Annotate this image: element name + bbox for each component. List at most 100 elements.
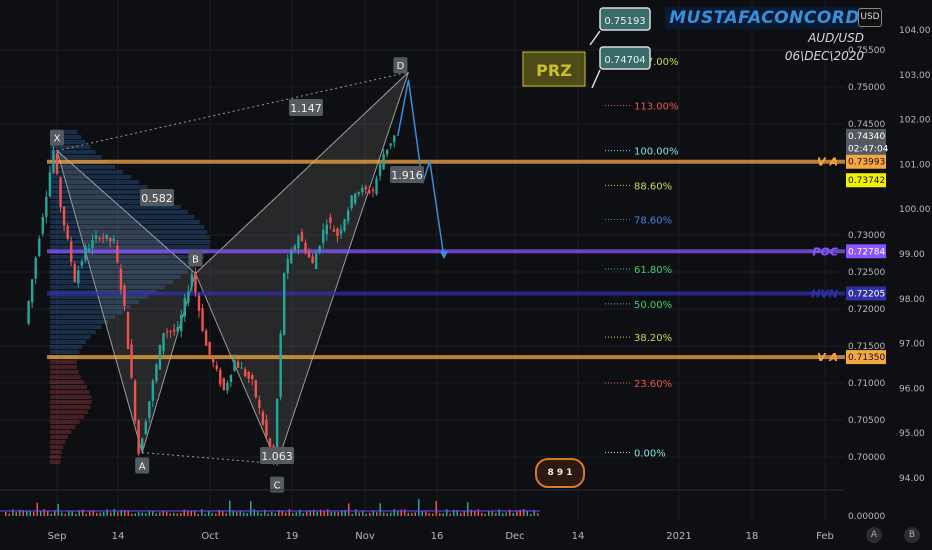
volume-profile-bar bbox=[50, 335, 91, 339]
volume-bar bbox=[414, 512, 416, 516]
auto-scale-button[interactable]: A bbox=[866, 527, 882, 543]
candle-body bbox=[243, 369, 247, 377]
volume-bar bbox=[145, 513, 147, 516]
volume-bar bbox=[246, 513, 248, 516]
time-axis-tick: 2021 bbox=[666, 531, 691, 542]
level-band bbox=[47, 291, 845, 296]
price-marker: 0.72784 bbox=[848, 247, 885, 257]
candle-body bbox=[393, 135, 396, 143]
candle-body bbox=[279, 333, 282, 397]
index-axis-tick: 99.00 bbox=[899, 250, 925, 260]
volume-bar bbox=[418, 499, 420, 516]
index-axis-tick: 96.00 bbox=[899, 384, 925, 394]
volume-profile-bar bbox=[50, 420, 80, 424]
price-axis-tick: 0.73000 bbox=[848, 231, 885, 241]
candle-body bbox=[336, 228, 339, 237]
candle-body bbox=[222, 378, 226, 390]
price-marker: 0.73742 bbox=[848, 176, 885, 186]
candle-body bbox=[123, 285, 126, 306]
candle-body bbox=[293, 245, 297, 251]
b-button[interactable]: B bbox=[904, 527, 920, 543]
candle-body bbox=[126, 311, 130, 349]
price-chart[interactable]: V APOCHVNV A127.00%113.00%100.00%88.60%7… bbox=[0, 0, 932, 550]
volume-bar bbox=[467, 502, 469, 516]
volume-bar bbox=[274, 513, 276, 516]
candle-body bbox=[343, 219, 346, 231]
candle-body bbox=[219, 369, 222, 385]
candle-body bbox=[261, 411, 265, 425]
volume-profile-bar bbox=[50, 375, 81, 379]
volume-bar bbox=[148, 511, 150, 516]
candle-body bbox=[144, 421, 147, 435]
candle-body bbox=[307, 252, 311, 258]
fib-label: 100.00% bbox=[634, 147, 679, 158]
events-badge[interactable]: 8 9 1 bbox=[535, 458, 585, 488]
volume-bar bbox=[106, 509, 108, 516]
volume-bar bbox=[481, 512, 483, 516]
volume-bar bbox=[260, 513, 262, 516]
volume-bar bbox=[173, 512, 175, 516]
volume-bar bbox=[358, 512, 360, 516]
currency-button[interactable]: USD bbox=[858, 8, 882, 27]
price-axis-tick: 0.72000 bbox=[848, 305, 885, 315]
index-axis-tick: 102.00 bbox=[899, 116, 931, 126]
candle-body bbox=[112, 239, 115, 241]
candle-body bbox=[91, 240, 94, 249]
candle-body bbox=[137, 420, 140, 454]
volume-bar bbox=[302, 513, 304, 516]
volume-bar bbox=[288, 509, 290, 516]
volume-bar bbox=[337, 511, 339, 516]
candle-body bbox=[155, 364, 158, 382]
candle-body bbox=[240, 367, 243, 369]
candle-body bbox=[389, 143, 392, 146]
volume-profile-bar bbox=[50, 430, 72, 434]
candle-body bbox=[283, 273, 286, 335]
candle-body bbox=[151, 380, 155, 401]
ratio-label: 1.916 bbox=[391, 169, 423, 182]
volume-bar bbox=[64, 513, 66, 516]
point-label-A: A bbox=[139, 462, 146, 473]
candle-body bbox=[236, 361, 240, 368]
fib-label: 88.60% bbox=[634, 181, 672, 192]
volume-bar bbox=[155, 513, 157, 516]
fib-label: 78.60% bbox=[634, 215, 672, 226]
volume-bar bbox=[411, 512, 413, 516]
candle-body bbox=[375, 178, 378, 195]
volume-bar bbox=[57, 503, 59, 516]
price-marker: 0.72205 bbox=[848, 289, 885, 299]
volume-bar bbox=[162, 510, 164, 516]
volume-profile-bar bbox=[50, 380, 84, 384]
volume-profile-bar bbox=[50, 460, 61, 464]
volume-bar bbox=[512, 512, 514, 516]
volume-profile-bar bbox=[50, 395, 92, 399]
index-axis-tick: 97.00 bbox=[899, 340, 925, 350]
candle-body bbox=[133, 380, 137, 421]
volume-profile-bar bbox=[50, 455, 62, 459]
volume-profile-bar bbox=[50, 405, 91, 409]
volume-bar bbox=[40, 510, 42, 516]
candle-body bbox=[201, 308, 204, 331]
level-band bbox=[47, 355, 845, 360]
index-axis-tick: 95.00 bbox=[899, 429, 925, 439]
volume-bar bbox=[292, 513, 294, 516]
price-axis-tick: 0.72500 bbox=[848, 268, 885, 278]
fib-label: 0.00% bbox=[634, 449, 666, 460]
volume-bar bbox=[491, 511, 493, 516]
candle-body bbox=[148, 401, 151, 418]
time-axis-tick: Oct bbox=[201, 531, 218, 542]
time-axis-tick: Nov bbox=[355, 531, 375, 542]
volume-bar bbox=[355, 509, 357, 516]
volume-profile-bar bbox=[50, 385, 87, 389]
candle-body bbox=[66, 226, 69, 239]
volume-bar bbox=[432, 513, 434, 516]
author-brand: MUSTAFACONCORD bbox=[665, 7, 864, 29]
volume-profile-bar bbox=[50, 390, 90, 394]
volume-bar bbox=[351, 513, 353, 516]
candle-body bbox=[162, 332, 165, 352]
index-axis-tick: 94.00 bbox=[899, 474, 925, 484]
volume-bar bbox=[204, 513, 206, 516]
volume-bar bbox=[187, 511, 189, 516]
volume-profile-bar bbox=[50, 415, 85, 419]
volume-bar bbox=[425, 511, 427, 516]
volume-profile-bar bbox=[50, 445, 64, 449]
